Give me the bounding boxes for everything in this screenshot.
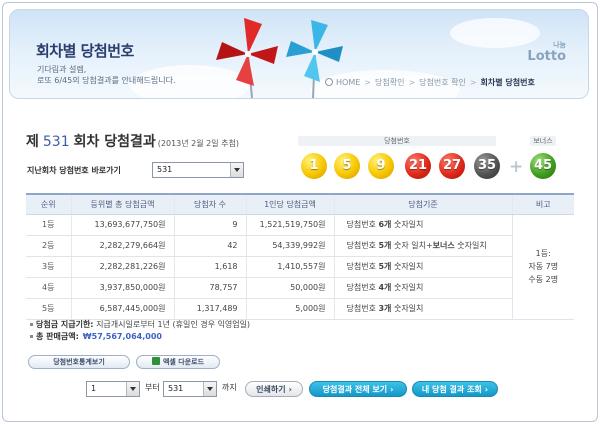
table-row: 3등 2,282,281,226원 1,618 1,410,557원 당첨번호 … — [26, 256, 574, 278]
col-per-person: 1인당 당첨금액 — [245, 193, 334, 215]
criteria-cell: 당첨번호 3개 숫자일치 — [333, 298, 512, 320]
criteria-cell: 당첨번호 5개 숫자 일치+보너스 숫자일치 — [333, 235, 512, 257]
draw-date: (2013년 2월 2일 추첨) — [157, 139, 239, 148]
view-all-results-button[interactable]: 당첨결과 전체 보기 › — [309, 381, 407, 397]
ball-5: 27 — [439, 153, 465, 179]
table-header-row: 순위 등위별 총 당첨금액 당첨자 수 1인당 당첨금액 당첨기준 비고 — [26, 193, 574, 215]
col-criteria: 당첨기준 — [333, 193, 512, 215]
chevron-right-icon: › — [288, 385, 292, 394]
from-round-select[interactable]: 1 — [86, 381, 140, 397]
col-note: 비고 — [511, 193, 574, 215]
table-row: 5등 6,587,445,000원 1,317,489 5,000원 당첨번호 … — [26, 298, 574, 320]
payout-deadline: 당첨금 지급기한: 지급개시일로부터 1년 (휴일인 경우 익영업일) — [30, 319, 250, 330]
winner-note: 1등: 자동 7명 수동 2명 — [511, 214, 574, 320]
criteria-cell: 당첨번호 6개 숫자일치 — [333, 214, 512, 236]
criteria-cell: 당첨번호 4개 숫자일치 — [333, 277, 512, 299]
excel-icon — [151, 357, 160, 365]
lotto-logo: 나눔 Lotto — [527, 41, 566, 64]
prev-round-select[interactable]: 531 — [152, 162, 244, 178]
chevron-right-icon: › — [390, 385, 394, 394]
result-table: 순위 등위별 총 당첨금액 당첨자 수 1인당 당첨금액 당첨기준 비고 1등 … — [26, 193, 574, 320]
table-row: 4등 3,937,850,000원 78,757 50,000원 당첨번호 4개… — [26, 277, 574, 299]
page-title: 회차별 당첨번호 — [36, 42, 134, 60]
table-row: 2등 2,282,279,664원 42 54,339,992원 당첨번호 5개… — [26, 235, 574, 257]
col-total: 등위별 총 당첨금액 — [70, 193, 174, 215]
bonus-label: 보너스 — [530, 136, 556, 146]
draw-number: 531 — [42, 134, 70, 150]
ball-1: 1 — [301, 153, 327, 179]
bonus-ball: 45 — [530, 153, 556, 179]
table-row: 1등 13,693,677,750원 9 1,521,519,750원 당첨번호… — [26, 214, 574, 320]
from-label: 부터 — [145, 383, 160, 392]
total-sales: 총 판매금액: ₩57,567,064,000 — [30, 331, 162, 342]
bullet-icon — [30, 335, 33, 338]
header-description-2: 로또 6/45의 당첨결과를 안내해드립니다. — [37, 76, 176, 85]
col-rank: 순위 — [26, 193, 71, 215]
my-result-button[interactable]: 내 당첨 결과 조회 › — [412, 381, 498, 397]
chevron-down-icon — [230, 163, 243, 177]
bullet-icon — [30, 323, 33, 326]
breadcrumb-current: 회차별 당첨번호 — [480, 77, 535, 87]
print-button[interactable]: 인쇄하기 › — [245, 381, 303, 397]
breadcrumb-check[interactable]: 당첨확인 — [375, 77, 404, 88]
header-description: 기다림과 설렘, — [37, 65, 87, 74]
breadcrumb-home[interactable]: HOME — [336, 78, 360, 87]
ball-6: 35 — [474, 153, 500, 179]
chevron-down-icon — [203, 382, 216, 396]
col-winners: 당첨자 수 — [173, 193, 246, 215]
breadcrumb-number-check[interactable]: 당첨번호 확인 — [419, 77, 466, 88]
excel-download-button[interactable]: 엑셀 다운로드 — [136, 355, 220, 369]
ball-3: 9 — [368, 153, 394, 179]
draw-title: 제 531 회차 당첨결과 (2013년 2월 2일 추첨) — [26, 134, 239, 150]
plus-icon: + — [509, 157, 524, 177]
ball-2: 5 — [334, 153, 360, 179]
chevron-right-icon: › — [484, 385, 489, 394]
stats-button[interactable]: 당첨번호통계보기 — [28, 355, 130, 369]
breadcrumb: HOME > 당첨확인 > 당첨번호 확인 > 회차별 당첨번호 — [325, 76, 535, 88]
home-icon — [325, 78, 333, 86]
chevron-down-icon — [126, 382, 139, 396]
total-sales-amount: ₩57,567,064,000 — [82, 332, 162, 341]
prev-round-label: 지난회차 당첨번호 바로가기 — [27, 166, 121, 175]
winning-numbers-label: 당첨번호 — [298, 136, 496, 146]
ball-4: 21 — [405, 153, 431, 179]
criteria-cell: 당첨번호 5개 숫자일치 — [333, 256, 512, 278]
to-round-select[interactable]: 531 — [163, 381, 217, 397]
to-label: 까지 — [222, 383, 237, 392]
